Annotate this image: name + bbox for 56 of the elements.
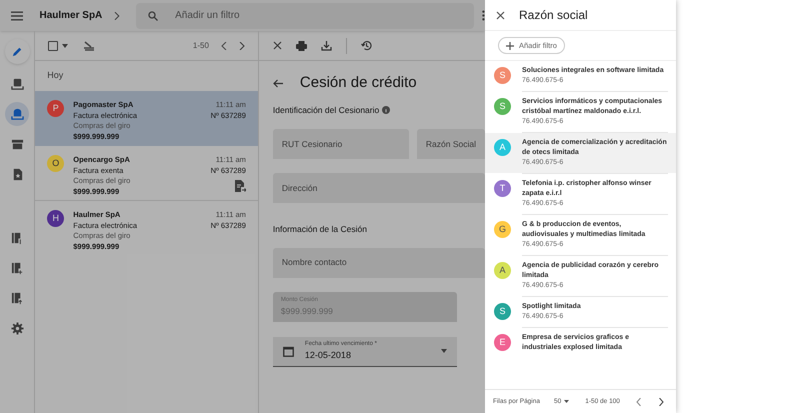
text-field[interactable]: Dirección [272,173,485,203]
history-icon[interactable] [360,40,372,51]
close-icon[interactable] [272,41,282,50]
plus-icon [506,42,514,50]
caret-icon[interactable] [62,44,68,48]
chevron-right-icon[interactable] [238,42,245,50]
chevron-left-icon[interactable] [220,42,227,50]
select-all-checkbox[interactable] [48,40,58,50]
back-arrow-icon[interactable] [272,78,283,88]
text-field[interactable]: Nombre contacto [272,248,485,278]
chevron-right-icon[interactable] [114,12,120,20]
tray-icon [10,78,24,90]
calendar-icon [282,346,294,357]
avatar: S [494,98,511,115]
download-icon[interactable] [320,40,332,50]
chevron-left-icon[interactable] [636,398,641,406]
document-upload-icon [10,292,24,304]
chevron-right-icon[interactable] [658,398,664,406]
avatar: S [494,67,511,84]
panel-title: Razón social [519,7,588,24]
info-icon [382,106,390,114]
date-heading: Hoy [47,69,64,82]
archive-icon [10,138,24,150]
settings-icon [10,322,24,334]
avatar: G [494,221,511,238]
document-dollar-icon [10,232,24,244]
sidebar-item[interactable] [5,102,30,126]
backdrop-scrim[interactable] [0,0,485,413]
avatar: P [47,100,64,117]
field-value: 12-05-2018 [304,349,352,362]
pencil-icon [10,45,24,58]
close-icon[interactable] [496,10,505,20]
text-field[interactable]: RUT Cesionario [272,129,409,159]
avatar: H [47,210,64,227]
avatar: A [494,262,511,279]
section-heading: Identificación del Cesionario [272,104,380,116]
avatar: S [494,303,511,320]
search-icon [148,10,158,20]
tray-upload-icon [10,108,24,120]
avatar: A [494,139,511,156]
stamp-icon[interactable] [83,40,96,50]
compose-button[interactable] [4,39,30,64]
dropdown-caret-icon[interactable] [440,349,447,354]
company-name: Haulmer SpA [39,9,104,23]
pagination-range: 1-50 [192,40,209,52]
section-heading: Información de la Cesión [272,223,368,236]
detail-title: Cesión de crédito [300,72,417,93]
more-icon[interactable] [482,10,485,21]
avatar: T [494,180,511,197]
avatar: E [494,334,511,351]
avatar: O [47,155,64,172]
search-field[interactable]: Añadir un filtro [136,2,474,28]
document-plus-icon [10,262,24,274]
caret-icon [564,400,570,403]
menu-icon[interactable] [11,10,24,20]
text-field[interactable]: Razón Social [416,129,485,159]
